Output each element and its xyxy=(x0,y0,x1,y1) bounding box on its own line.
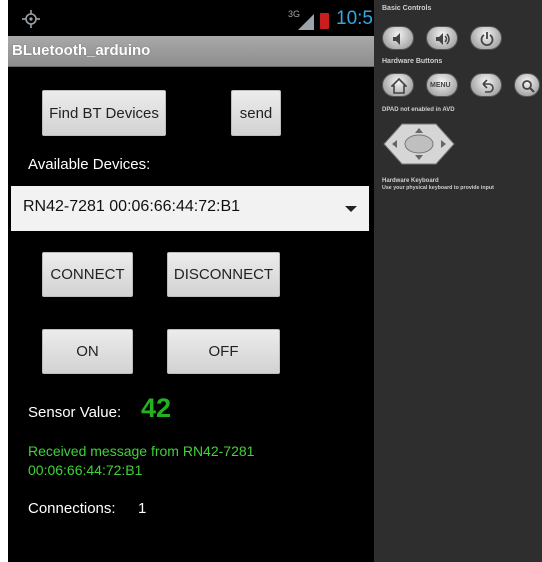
connections-count: 1 xyxy=(138,500,147,517)
signal-icon: 3G xyxy=(288,9,316,30)
hardware-keyboard-title: Hardware Keyboard xyxy=(382,178,439,184)
status-bar: 3G 10:57 xyxy=(8,0,384,36)
hardware-buttons-title: Hardware Buttons xyxy=(382,58,443,65)
power-button[interactable] xyxy=(470,26,502,50)
dpad-status: DPAD not enabled in AVD xyxy=(382,107,455,113)
menu-button-label: MENU xyxy=(430,82,451,89)
sensor-value-label: Sensor Value: xyxy=(28,404,122,421)
off-button[interactable]: OFF xyxy=(167,329,280,374)
available-devices-label: Available Devices: xyxy=(28,156,151,173)
home-icon xyxy=(391,78,407,94)
power-icon xyxy=(480,32,494,46)
connections-label: Connections: xyxy=(28,500,116,517)
phone-screen: 3G 10:57 BLuetooth_arduino Find BT Devic… xyxy=(8,0,384,562)
connect-button[interactable]: CONNECT xyxy=(42,252,133,297)
dpad-control[interactable] xyxy=(382,120,456,168)
device-dropdown[interactable]: RN42-7281 00:06:66:44:72:B1 xyxy=(11,186,369,231)
hardware-keyboard-note: Use your physical keyboard to provide in… xyxy=(382,185,494,191)
disconnect-button[interactable]: DISCONNECT xyxy=(167,252,280,297)
search-icon xyxy=(522,80,535,93)
chevron-down-icon xyxy=(345,206,357,212)
basic-controls-title: Basic Controls xyxy=(382,5,432,12)
volume-up-icon xyxy=(436,33,450,45)
home-button[interactable] xyxy=(382,73,414,97)
volume-up-button[interactable] xyxy=(426,26,458,50)
back-icon xyxy=(482,79,494,93)
on-button[interactable]: ON xyxy=(42,329,133,374)
find-bt-devices-button[interactable]: Find BT Devices xyxy=(42,90,166,136)
menu-button[interactable]: MENU xyxy=(426,73,458,97)
search-button[interactable] xyxy=(514,73,540,97)
send-button[interactable]: send xyxy=(231,90,281,136)
back-button[interactable] xyxy=(470,73,502,97)
gps-icon xyxy=(22,10,40,28)
sensor-value: 42 xyxy=(141,393,172,423)
app-title: BLuetooth_arduino xyxy=(12,42,151,59)
received-message: Received message from RN42-7281 00:06:66… xyxy=(28,443,255,478)
volume-down-icon xyxy=(393,33,400,45)
device-dropdown-value: RN42-7281 00:06:66:44:72:B1 xyxy=(23,198,241,215)
app-title-bar: BLuetooth_arduino xyxy=(8,36,374,67)
emulator-controls-panel: Basic Controls Hardware Buttons MENU DPA… xyxy=(374,0,542,562)
volume-down-button[interactable] xyxy=(382,26,414,50)
battery-icon xyxy=(320,13,329,29)
